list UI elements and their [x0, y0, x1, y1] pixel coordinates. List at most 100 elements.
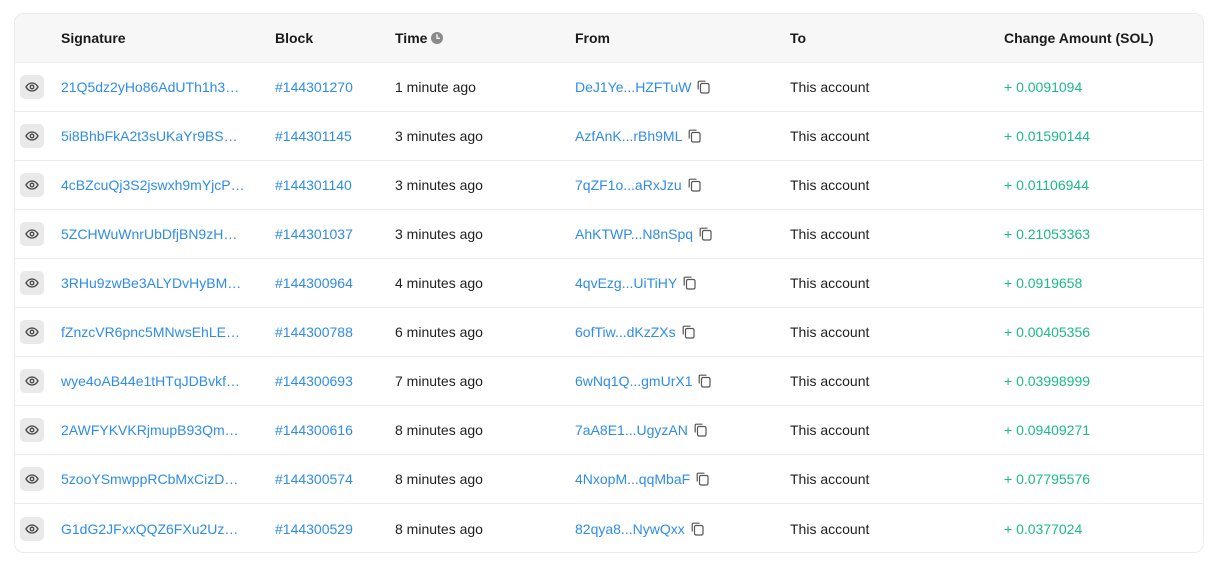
block-link[interactable]: #144300574 — [275, 471, 353, 487]
block-cell: #144300529 — [275, 504, 385, 552]
view-details-button[interactable] — [20, 173, 44, 197]
eye-icon — [25, 327, 39, 337]
from-address-link[interactable]: 6wNq1Q...gmUrX1 — [575, 373, 692, 389]
view-details-button[interactable] — [20, 369, 44, 393]
block-link[interactable]: #144301145 — [275, 128, 352, 144]
block-cell: #144301145 — [275, 112, 385, 160]
to-value: This account — [790, 226, 870, 242]
view-details-button[interactable] — [20, 516, 44, 541]
copy-icon[interactable] — [697, 80, 711, 94]
block-link[interactable]: #144301140 — [275, 177, 352, 193]
view-details-button[interactable] — [20, 418, 44, 442]
signature-cell: 5ZCHWuWnrUbDfjBN9zHF… — [61, 210, 251, 258]
view-details-button[interactable] — [20, 124, 44, 148]
copy-icon[interactable] — [699, 227, 712, 241]
change-amount-value: + 0.21053363 — [1004, 226, 1091, 242]
header-to: To — [790, 30, 807, 46]
signature-cell: 21Q5dz2yHo86AdUTh1h3y… — [61, 63, 251, 111]
from-cell: 7qZF1o...aRxJzu — [575, 161, 775, 209]
block-cell: #144301270 — [275, 63, 385, 111]
from-cell: DeJ1Ye...HZFTuW — [575, 63, 775, 111]
signature-link[interactable]: 5i8BhbFkA2t3sUKaYr9BS4… — [61, 128, 245, 144]
signature-cell: fZnzcVR6pnc5MNwsEhLE… — [61, 308, 251, 356]
to-value: This account — [790, 324, 870, 340]
signature-cell: 4cBZcuQj3S2jswxh9mYjcPr… — [61, 161, 251, 209]
from-address-link[interactable]: AhKTWP...N8nSpq — [575, 226, 693, 242]
from-address-link[interactable]: 4qvEzg...UiTiHY — [575, 275, 677, 291]
block-link[interactable]: #144300616 — [275, 422, 353, 438]
block-link[interactable]: #144300529 — [275, 521, 353, 537]
copy-icon[interactable] — [688, 129, 701, 143]
change-amount-value: + 0.07795576 — [1004, 471, 1091, 487]
change-amount-value: + 0.01106944 — [1004, 177, 1089, 193]
view-details-button[interactable] — [20, 467, 44, 491]
copy-icon[interactable] — [683, 276, 696, 290]
view-details-button[interactable] — [20, 320, 44, 344]
block-cell: #144300964 — [275, 259, 385, 307]
header-change-amount: Change Amount (SOL) — [1004, 30, 1154, 46]
view-cell — [20, 112, 44, 160]
change-amount-value: + 0.03998999 — [1004, 373, 1091, 389]
from-address-link[interactable]: 4NxopM...qqMbaF — [575, 471, 690, 487]
block-link[interactable]: #144301270 — [275, 79, 353, 95]
signature-link[interactable]: wye4oAB44e1tHTqJDBvkfd… — [61, 373, 245, 389]
signature-link[interactable]: 5zooYSmwppRCbMxCizDu… — [61, 471, 245, 487]
block-link[interactable]: #144301037 — [275, 226, 353, 242]
eye-icon — [25, 82, 39, 92]
time-value: 8 minutes ago — [395, 520, 483, 537]
copy-icon[interactable] — [688, 178, 701, 192]
table-row: 4cBZcuQj3S2jswxh9mYjcPr… #144301140 3 mi… — [15, 161, 1203, 210]
block-cell: #144300693 — [275, 357, 385, 405]
block-link[interactable]: #144300788 — [275, 324, 353, 340]
signature-link[interactable]: G1dG2JFxxQQZ6FXu2UzSJ… — [61, 521, 245, 537]
view-cell — [20, 63, 44, 111]
block-link[interactable]: #144300964 — [275, 275, 353, 291]
signature-link[interactable]: 5ZCHWuWnrUbDfjBN9zHF… — [61, 226, 245, 242]
from-address-link[interactable]: AzfAnK...rBh9ML — [575, 128, 682, 144]
signature-link[interactable]: 4cBZcuQj3S2jswxh9mYjcPr… — [61, 177, 245, 193]
copy-icon[interactable] — [682, 325, 695, 339]
view-cell — [20, 259, 44, 307]
clock-icon[interactable] — [431, 32, 444, 44]
block-cell: #144301140 — [275, 161, 385, 209]
block-link[interactable]: #144300693 — [275, 373, 353, 389]
signature-link[interactable]: fZnzcVR6pnc5MNwsEhLE… — [61, 324, 240, 340]
view-details-button[interactable] — [20, 271, 44, 295]
from-cell: 6ofTiw...dKzZXs — [575, 308, 775, 356]
time-value: 7 minutes ago — [395, 373, 483, 389]
to-value: This account — [790, 128, 870, 144]
view-cell — [20, 357, 44, 405]
from-address-link[interactable]: 6ofTiw...dKzZXs — [575, 324, 676, 340]
table-row: 5i8BhbFkA2t3sUKaYr9BS4… #144301145 3 min… — [15, 112, 1203, 161]
copy-icon[interactable] — [694, 423, 707, 437]
block-cell: #144300788 — [275, 308, 385, 356]
header-from: From — [575, 30, 610, 46]
eye-icon — [25, 376, 39, 386]
copy-icon[interactable] — [698, 374, 712, 388]
time-value: 4 minutes ago — [395, 275, 483, 291]
table-row: 5zooYSmwppRCbMxCizDu… #144300574 8 minut… — [15, 455, 1203, 504]
signature-link[interactable]: 3RHu9zwBe3ALYDvHyBMB… — [61, 275, 245, 291]
table-row: wye4oAB44e1tHTqJDBvkfd… #144300693 7 min… — [15, 357, 1203, 406]
from-address-link[interactable]: 7qZF1o...aRxJzu — [575, 177, 682, 193]
to-value: This account — [790, 520, 870, 537]
from-cell: 6wNq1Q...gmUrX1 — [575, 357, 775, 405]
from-address-link[interactable]: 7aA8E1...UgyzAN — [575, 422, 688, 438]
time-value: 3 minutes ago — [395, 128, 483, 144]
time-value: 3 minutes ago — [395, 226, 483, 242]
block-cell: #144301037 — [275, 210, 385, 258]
change-amount-value: + 0.0919658 — [1004, 275, 1083, 291]
header-block: Block — [275, 30, 314, 46]
view-details-button[interactable] — [20, 222, 44, 246]
signature-link[interactable]: 2AWFYKVKRjmupB93Qmn… — [61, 422, 245, 438]
from-address-link[interactable]: 82qya8...NywQxx — [575, 521, 685, 537]
eye-icon — [25, 474, 39, 484]
from-address-link[interactable]: DeJ1Ye...HZFTuW — [575, 79, 691, 95]
copy-icon[interactable] — [691, 522, 704, 536]
time-value: 6 minutes ago — [395, 324, 483, 340]
copy-icon[interactable] — [696, 472, 709, 486]
table-row: 5ZCHWuWnrUbDfjBN9zHF… #144301037 3 minut… — [15, 210, 1203, 259]
signature-link[interactable]: 21Q5dz2yHo86AdUTh1h3y… — [61, 79, 245, 95]
view-details-button[interactable] — [20, 75, 44, 99]
to-value: This account — [790, 422, 870, 438]
